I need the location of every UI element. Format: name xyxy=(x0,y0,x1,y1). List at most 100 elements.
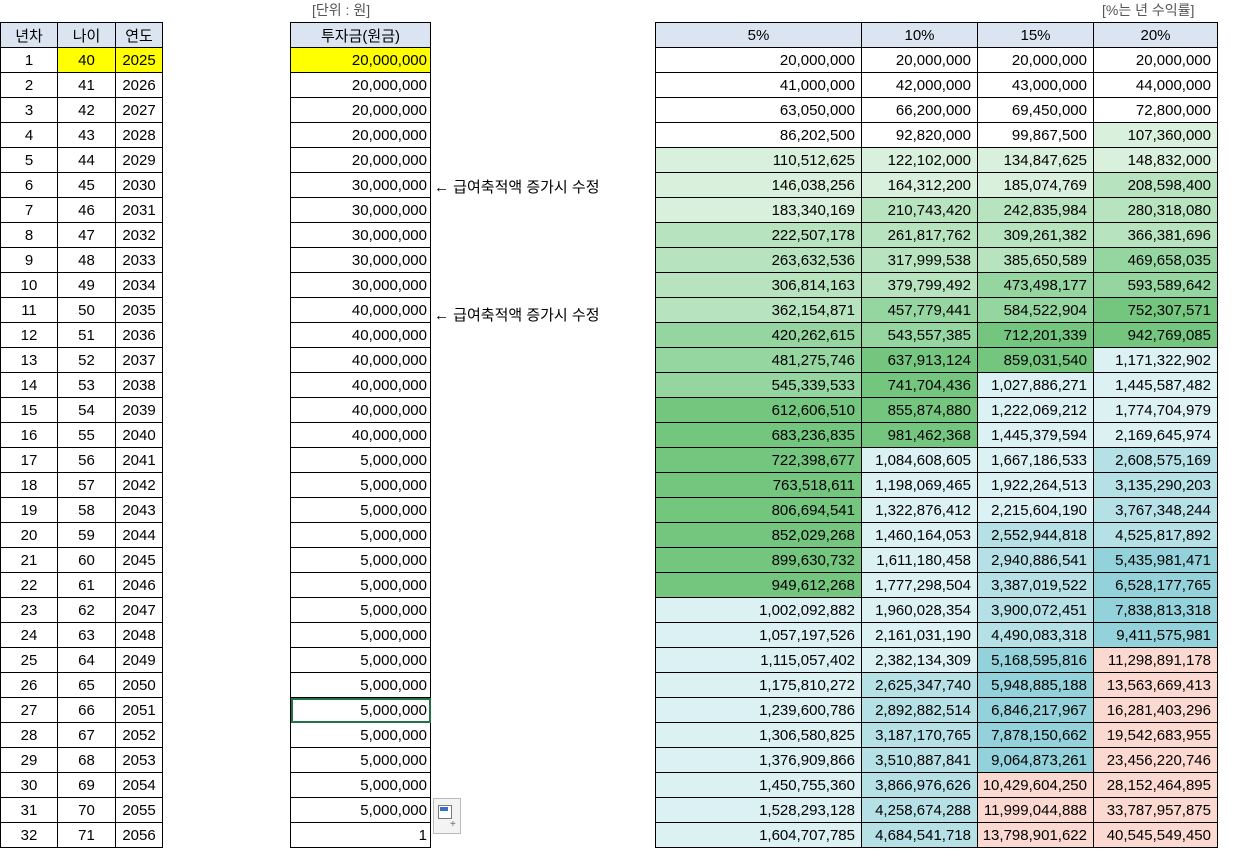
cell-year-no[interactable]: 18 xyxy=(0,472,58,498)
cell-year[interactable]: 2028 xyxy=(115,122,163,148)
cell-return[interactable]: 1,198,069,465 xyxy=(861,472,978,498)
cell-investment[interactable]: 20,000,000 xyxy=(290,47,431,73)
cell-return[interactable]: 1,528,293,128 xyxy=(655,797,862,823)
cell-age[interactable]: 55 xyxy=(57,422,116,448)
cell-return[interactable]: 942,769,085 xyxy=(1093,322,1218,348)
cell-year-no[interactable]: 9 xyxy=(0,247,58,273)
cell-year-no[interactable]: 29 xyxy=(0,747,58,773)
cell-year-no[interactable]: 16 xyxy=(0,422,58,448)
cell-return[interactable]: 33,787,957,875 xyxy=(1093,797,1218,823)
cell-year[interactable]: 2040 xyxy=(115,422,163,448)
cell-return[interactable]: 712,201,339 xyxy=(977,322,1094,348)
cell-year-no[interactable]: 1 xyxy=(0,47,58,73)
cell-year-no[interactable]: 28 xyxy=(0,722,58,748)
cell-return[interactable]: 23,456,220,746 xyxy=(1093,747,1218,773)
cell-year[interactable]: 2043 xyxy=(115,497,163,523)
cell-year-no[interactable]: 27 xyxy=(0,697,58,723)
cell-age[interactable]: 65 xyxy=(57,672,116,698)
cell-return[interactable]: 2,940,886,541 xyxy=(977,547,1094,573)
cell-return[interactable]: 1,774,704,979 xyxy=(1093,397,1218,423)
cell-return[interactable]: 309,261,382 xyxy=(977,222,1094,248)
cell-return[interactable]: 1,604,707,785 xyxy=(655,822,862,848)
cell-return[interactable]: 1,239,600,786 xyxy=(655,697,862,723)
cell-year[interactable]: 2026 xyxy=(115,72,163,98)
cell-return[interactable]: 2,215,604,190 xyxy=(977,497,1094,523)
cell-return[interactable]: 852,029,268 xyxy=(655,522,862,548)
cell-return[interactable]: 69,450,000 xyxy=(977,97,1094,123)
cell-return[interactable]: 42,000,000 xyxy=(861,72,978,98)
cell-investment[interactable]: 30,000,000 xyxy=(290,272,431,298)
cell-age[interactable]: 64 xyxy=(57,647,116,673)
cell-year[interactable]: 2051 xyxy=(115,697,163,723)
cell-age[interactable]: 57 xyxy=(57,472,116,498)
cell-age[interactable]: 66 xyxy=(57,697,116,723)
header-investment[interactable]: 투자금(원금) xyxy=(290,22,431,48)
cell-investment[interactable]: 5,000,000 xyxy=(290,547,431,573)
header-rate-20[interactable]: 20% xyxy=(1093,22,1218,48)
cell-age[interactable]: 60 xyxy=(57,547,116,573)
cell-return[interactable]: 683,236,835 xyxy=(655,422,862,448)
cell-investment[interactable]: 40,000,000 xyxy=(290,372,431,398)
cell-return[interactable]: 1,002,092,882 xyxy=(655,597,862,623)
cell-return[interactable]: 366,381,696 xyxy=(1093,222,1218,248)
cell-year[interactable]: 2036 xyxy=(115,322,163,348)
cell-investment[interactable]: 5,000,000 xyxy=(290,747,431,773)
cell-return[interactable]: 1,057,197,526 xyxy=(655,622,862,648)
cell-return[interactable]: 1,667,186,533 xyxy=(977,447,1094,473)
cell-age[interactable]: 43 xyxy=(57,122,116,148)
paste-options-icon[interactable]: + xyxy=(433,798,461,834)
cell-return[interactable]: 859,031,540 xyxy=(977,347,1094,373)
cell-age[interactable]: 47 xyxy=(57,222,116,248)
cell-investment[interactable]: 40,000,000 xyxy=(290,347,431,373)
cell-return[interactable]: 3,767,348,244 xyxy=(1093,497,1218,523)
cell-year-no[interactable]: 20 xyxy=(0,522,58,548)
cell-return[interactable]: 612,606,510 xyxy=(655,397,862,423)
cell-return[interactable]: 66,200,000 xyxy=(861,97,978,123)
cell-age[interactable]: 62 xyxy=(57,597,116,623)
cell-year[interactable]: 2039 xyxy=(115,397,163,423)
header-age[interactable]: 나이 xyxy=(57,22,116,48)
cell-return[interactable]: 5,948,885,188 xyxy=(977,672,1094,698)
cell-return[interactable]: 3,900,072,451 xyxy=(977,597,1094,623)
cell-year[interactable]: 2030 xyxy=(115,172,163,198)
cell-return[interactable]: 4,525,817,892 xyxy=(1093,522,1218,548)
cell-return[interactable]: 92,820,000 xyxy=(861,122,978,148)
cell-return[interactable]: 2,161,031,190 xyxy=(861,622,978,648)
cell-return[interactable]: 949,612,268 xyxy=(655,572,862,598)
cell-age[interactable]: 40 xyxy=(57,47,116,73)
cell-investment[interactable]: 5,000,000 xyxy=(290,472,431,498)
cell-year[interactable]: 2038 xyxy=(115,372,163,398)
cell-return[interactable]: 183,340,169 xyxy=(655,197,862,223)
cell-investment[interactable]: 5,000,000 xyxy=(290,697,431,723)
cell-year[interactable]: 2031 xyxy=(115,197,163,223)
cell-year-no[interactable]: 17 xyxy=(0,447,58,473)
cell-age[interactable]: 41 xyxy=(57,72,116,98)
cell-return[interactable]: 584,522,904 xyxy=(977,297,1094,323)
cell-return[interactable]: 637,913,124 xyxy=(861,347,978,373)
cell-return[interactable]: 20,000,000 xyxy=(1093,47,1218,73)
cell-year-no[interactable]: 13 xyxy=(0,347,58,373)
cell-return[interactable]: 543,557,385 xyxy=(861,322,978,348)
cell-year[interactable]: 2050 xyxy=(115,672,163,698)
header-year[interactable]: 연도 xyxy=(115,22,163,48)
cell-return[interactable]: 3,866,976,626 xyxy=(861,772,978,798)
cell-age[interactable]: 44 xyxy=(57,147,116,173)
cell-year-no[interactable]: 15 xyxy=(0,397,58,423)
cell-return[interactable]: 1,960,028,354 xyxy=(861,597,978,623)
cell-investment[interactable]: 5,000,000 xyxy=(290,722,431,748)
cell-return[interactable]: 11,298,891,178 xyxy=(1093,647,1218,673)
cell-return[interactable]: 420,262,615 xyxy=(655,322,862,348)
cell-age[interactable]: 67 xyxy=(57,722,116,748)
cell-return[interactable]: 44,000,000 xyxy=(1093,72,1218,98)
cell-return[interactable]: 5,168,595,816 xyxy=(977,647,1094,673)
cell-year[interactable]: 2034 xyxy=(115,272,163,298)
cell-return[interactable]: 86,202,500 xyxy=(655,122,862,148)
header-rate-5[interactable]: 5% xyxy=(655,22,862,48)
cell-return[interactable]: 72,800,000 xyxy=(1093,97,1218,123)
cell-age[interactable]: 71 xyxy=(57,822,116,848)
cell-investment[interactable]: 5,000,000 xyxy=(290,572,431,598)
cell-return[interactable]: 13,798,901,622 xyxy=(977,822,1094,848)
cell-return[interactable]: 722,398,677 xyxy=(655,447,862,473)
cell-return[interactable]: 4,490,083,318 xyxy=(977,622,1094,648)
cell-year[interactable]: 2047 xyxy=(115,597,163,623)
